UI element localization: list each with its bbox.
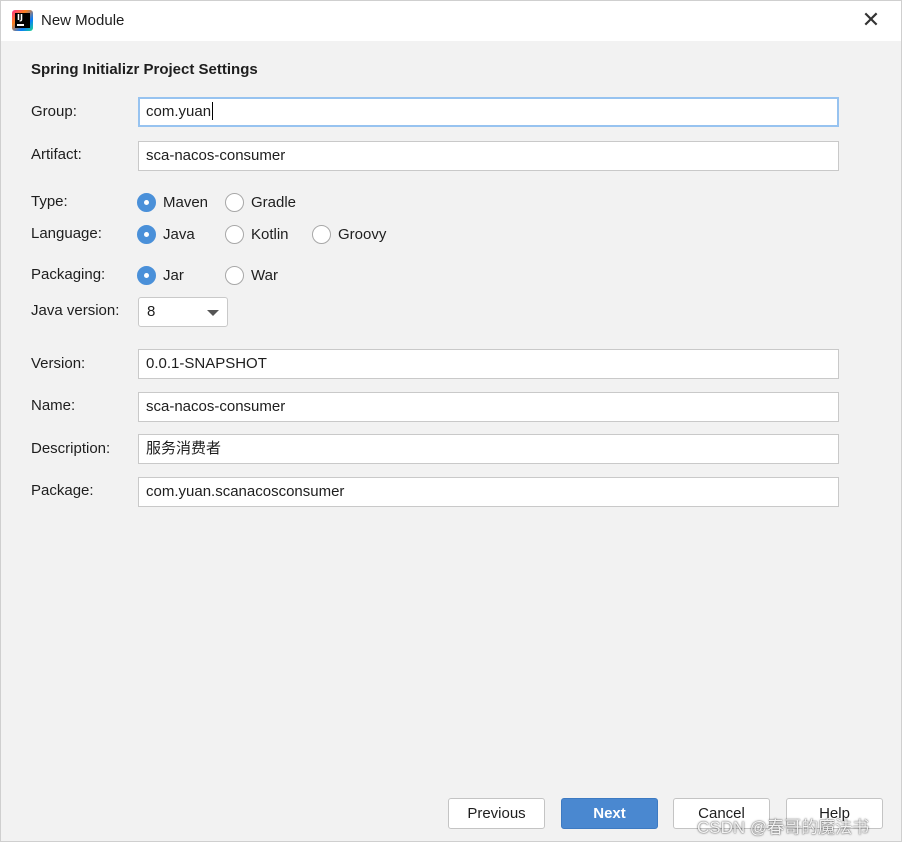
radio-label: Jar	[163, 266, 184, 284]
radio-label: Kotlin	[251, 225, 289, 243]
radio-selected-icon	[137, 224, 156, 244]
radio-selected-icon	[137, 265, 156, 285]
java-version-label: Java version:	[31, 302, 120, 319]
package-label: Package:	[31, 482, 94, 499]
radio-label: War	[251, 266, 278, 284]
artifact-field[interactable]: sca-nacos-consumer	[138, 141, 839, 171]
previous-button[interactable]: Previous	[448, 798, 545, 829]
artifact-label: Artifact:	[31, 146, 82, 163]
window-title: New Module	[41, 12, 125, 29]
version-label: Version:	[31, 355, 86, 372]
packaging-radio-war[interactable]: War	[225, 264, 278, 286]
name-label: Name:	[31, 397, 76, 414]
radio-unselected-icon	[225, 192, 244, 212]
radio-label: Groovy	[338, 225, 387, 243]
radio-label: Java	[163, 225, 195, 243]
description-field[interactable]: 服务消费者	[138, 434, 839, 464]
title-bar: IJ New Module ✕	[1, 1, 901, 41]
group-value: com.yuan	[146, 103, 212, 120]
radio-unselected-icon	[225, 265, 244, 285]
radio-label: Gradle	[251, 193, 297, 211]
language-radio-java[interactable]: Java	[137, 223, 195, 245]
type-radio-maven[interactable]: Maven	[137, 191, 208, 213]
package-field[interactable]: com.yuan.scanacosconsumer	[138, 477, 839, 507]
language-radio-kotlin[interactable]: Kotlin	[225, 223, 289, 245]
packaging-radio-jar[interactable]: Jar	[137, 264, 184, 286]
language-label: Language:	[31, 225, 102, 242]
name-field[interactable]: sca-nacos-consumer	[138, 392, 839, 422]
csdn-watermark: CSDN @春哥的魔法书	[697, 818, 870, 837]
group-label: Group:	[31, 103, 77, 120]
radio-unselected-icon	[225, 224, 244, 244]
new-module-dialog: IJ New Module ✕ Spring Initializr Projec…	[0, 0, 902, 842]
type-label: Type:	[31, 193, 68, 210]
group-field[interactable]: com.yuan	[138, 97, 839, 127]
close-icon[interactable]: ✕	[859, 9, 883, 33]
intellij-idea-icon: IJ	[12, 10, 33, 31]
radio-unselected-icon	[312, 224, 331, 244]
text-caret	[212, 102, 214, 121]
description-label: Description:	[31, 440, 111, 457]
java-version-select[interactable]: 8	[138, 297, 228, 327]
type-radio-gradle[interactable]: Gradle	[225, 191, 296, 213]
radio-selected-icon	[137, 192, 156, 212]
version-field[interactable]: 0.0.1-SNAPSHOT	[138, 349, 839, 379]
next-button[interactable]: Next	[561, 798, 658, 829]
chevron-down-icon	[207, 310, 219, 316]
language-radio-groovy[interactable]: Groovy	[312, 223, 386, 245]
radio-label: Maven	[163, 193, 209, 211]
section-title: Spring Initializr Project Settings	[31, 61, 258, 78]
packaging-label: Packaging:	[31, 266, 106, 283]
java-version-value: 8	[147, 303, 156, 320]
